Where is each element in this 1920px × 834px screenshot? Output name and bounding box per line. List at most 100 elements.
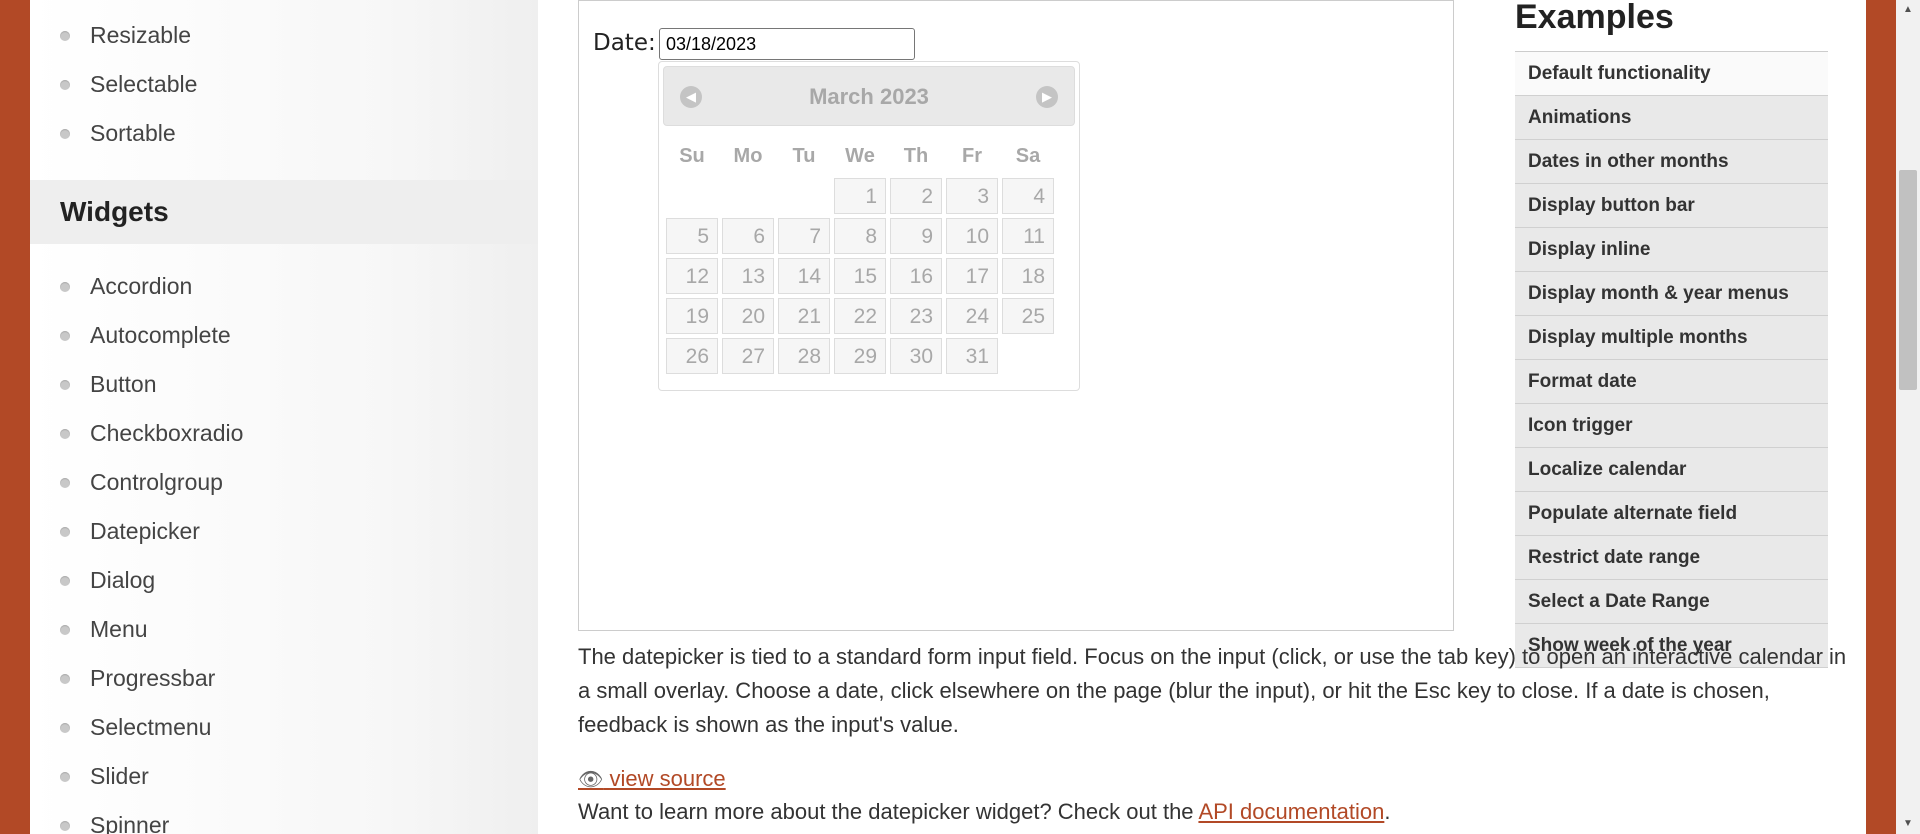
sidebar-item-label[interactable]: Resizable (90, 22, 191, 48)
weekday-row: Su Mo Tu We Th Fr Sa (666, 138, 1054, 174)
calendar-day[interactable]: 31 (946, 338, 998, 374)
calendar-cell: 19 (666, 298, 718, 334)
calendar-day[interactable]: 26 (666, 338, 718, 374)
page-content: Resizable Selectable Sortable Widgets Acco… (30, 0, 1866, 834)
calendar-day[interactable]: 16 (890, 258, 942, 294)
scrollbar[interactable]: ▲ ▼ (1866, 0, 1920, 834)
sidebar-item-label[interactable]: Spinner (90, 812, 169, 834)
calendar-day[interactable]: 20 (722, 298, 774, 334)
sidebar-item-sortable[interactable]: Sortable (30, 109, 538, 158)
weekday-header: Sa (1015, 144, 1041, 167)
example-link[interactable]: Dates in other months (1515, 140, 1828, 184)
weekday-header: Fr (962, 144, 982, 167)
sidebar-item-label[interactable]: Datepicker (90, 518, 200, 544)
calendar-day[interactable]: 29 (834, 338, 886, 374)
sidebar-item-accordion[interactable]: Accordion (30, 262, 538, 311)
sidebar-item-autocomplete[interactable]: Autocomplete (30, 311, 538, 360)
calendar-cell: 30 (890, 338, 942, 374)
sidebar-item-menu[interactable]: Menu (30, 605, 538, 654)
calendar-cell: 29 (834, 338, 886, 374)
calendar-day[interactable]: 30 (890, 338, 942, 374)
date-label: Date: (593, 30, 656, 56)
example-link[interactable]: Format date (1515, 360, 1828, 404)
example-link[interactable]: Animations (1515, 96, 1828, 140)
example-link[interactable]: Display button bar (1515, 184, 1828, 228)
example-link[interactable]: Restrict date range (1515, 536, 1828, 580)
calendar-day[interactable]: 25 (1002, 298, 1054, 334)
calendar-day[interactable]: 5 (666, 218, 718, 254)
sidebar-item-label[interactable]: Selectable (90, 71, 197, 97)
sidebar-item-selectable[interactable]: Selectable (30, 60, 538, 109)
sidebar-item-label[interactable]: Button (90, 371, 157, 397)
calendar-day[interactable]: 14 (778, 258, 830, 294)
calendar-day[interactable]: 3 (946, 178, 998, 214)
example-link[interactable]: Display multiple months (1515, 316, 1828, 360)
api-documentation-link[interactable]: API documentation (1198, 799, 1384, 824)
sidebar-item-label[interactable]: Progressbar (90, 665, 215, 691)
calendar-day[interactable]: 17 (946, 258, 998, 294)
scroll-track[interactable]: ▲ ▼ (1896, 0, 1920, 834)
calendar-day[interactable]: 4 (1002, 178, 1054, 214)
calendar-day[interactable]: 22 (834, 298, 886, 334)
sidebar-item-label[interactable]: Controlgroup (90, 469, 223, 495)
sidebar-item-label[interactable]: Menu (90, 616, 148, 642)
sidebar-item-slider[interactable]: Slider (30, 752, 538, 801)
calendar-day[interactable]: 23 (890, 298, 942, 334)
example-link[interactable]: Display month & year menus (1515, 272, 1828, 316)
calendar-cell: 5 (666, 218, 718, 254)
sidebar-item-label[interactable]: Checkboxradio (90, 420, 243, 446)
calendar-day[interactable]: 18 (1002, 258, 1054, 294)
interactions-list: Resizable Selectable Sortable (30, 11, 538, 158)
calendar-grid: Su Mo Tu We Th Fr Sa 1 2 3 4 5 6 7 8 9 10 11 12 13 14 15 16 17… (662, 134, 1058, 378)
sidebar-item-label[interactable]: Sortable (90, 120, 176, 146)
calendar-day[interactable]: 6 (722, 218, 774, 254)
sidebar-item-label[interactable]: Accordion (90, 273, 192, 299)
sidebar-item-controlgroup[interactable]: Controlgroup (30, 458, 538, 507)
calendar-day[interactable]: 27 (722, 338, 774, 374)
calendar-day[interactable]: 2 (890, 178, 942, 214)
sidebar-item-datepicker[interactable]: Datepicker (30, 507, 538, 556)
description-text: The datepicker is tied to a standard for… (578, 644, 1847, 737)
date-input[interactable] (659, 28, 915, 60)
calendar-week-row: 1234 (666, 178, 1054, 214)
calendar-day[interactable]: 13 (722, 258, 774, 294)
sidebar-item-dialog[interactable]: Dialog (30, 556, 538, 605)
sidebar-item-resizable[interactable]: Resizable (30, 11, 538, 60)
example-link[interactable]: Default functionality (1515, 52, 1828, 96)
calendar-day[interactable]: 28 (778, 338, 830, 374)
bullet-icon (60, 478, 70, 488)
calendar-day[interactable]: 10 (946, 218, 998, 254)
calendar-day[interactable]: 8 (834, 218, 886, 254)
example-link[interactable]: Display inline (1515, 228, 1828, 272)
sidebar-item-selectmenu[interactable]: Selectmenu (30, 703, 538, 752)
sidebar-item-spinner[interactable]: Spinner (30, 801, 538, 834)
scroll-up-arrow-icon[interactable]: ▲ (1896, 0, 1920, 20)
scroll-down-arrow-icon[interactable]: ▼ (1896, 814, 1920, 834)
calendar-day[interactable]: 9 (890, 218, 942, 254)
sidebar-item-label[interactable]: Slider (90, 763, 149, 789)
sidebar-item-label[interactable]: Dialog (90, 567, 155, 593)
bullet-icon (60, 625, 70, 635)
example-link[interactable]: Localize calendar (1515, 448, 1828, 492)
calendar-day[interactable]: 19 (666, 298, 718, 334)
example-link[interactable]: Icon trigger (1515, 404, 1828, 448)
sidebar-item-label[interactable]: Selectmenu (90, 714, 211, 740)
example-link[interactable]: Populate alternate field (1515, 492, 1828, 536)
calendar-day[interactable]: 12 (666, 258, 718, 294)
calendar-day[interactable]: 11 (1002, 218, 1054, 254)
view-source-link[interactable]: 👁 view source (578, 766, 726, 792)
calendar-day[interactable]: 1 (834, 178, 886, 214)
calendar-day[interactable]: 7 (778, 218, 830, 254)
scroll-thumb[interactable] (1899, 170, 1917, 390)
calendar-cell: 9 (890, 218, 942, 254)
sidebar-item-progressbar[interactable]: Progressbar (30, 654, 538, 703)
sidebar-item-label[interactable]: Autocomplete (90, 322, 231, 348)
example-link[interactable]: Select a Date Range (1515, 580, 1828, 624)
sidebar-item-button[interactable]: Button (30, 360, 538, 409)
calendar-day[interactable]: 24 (946, 298, 998, 334)
calendar-day[interactable]: 15 (834, 258, 886, 294)
sidebar-item-checkboxradio[interactable]: Checkboxradio (30, 409, 538, 458)
calendar-day[interactable]: 21 (778, 298, 830, 334)
next-month-icon[interactable]: ▶ (1036, 86, 1058, 108)
calendar-week-row: 12 13 14 15 16 17 18 (666, 258, 1054, 294)
